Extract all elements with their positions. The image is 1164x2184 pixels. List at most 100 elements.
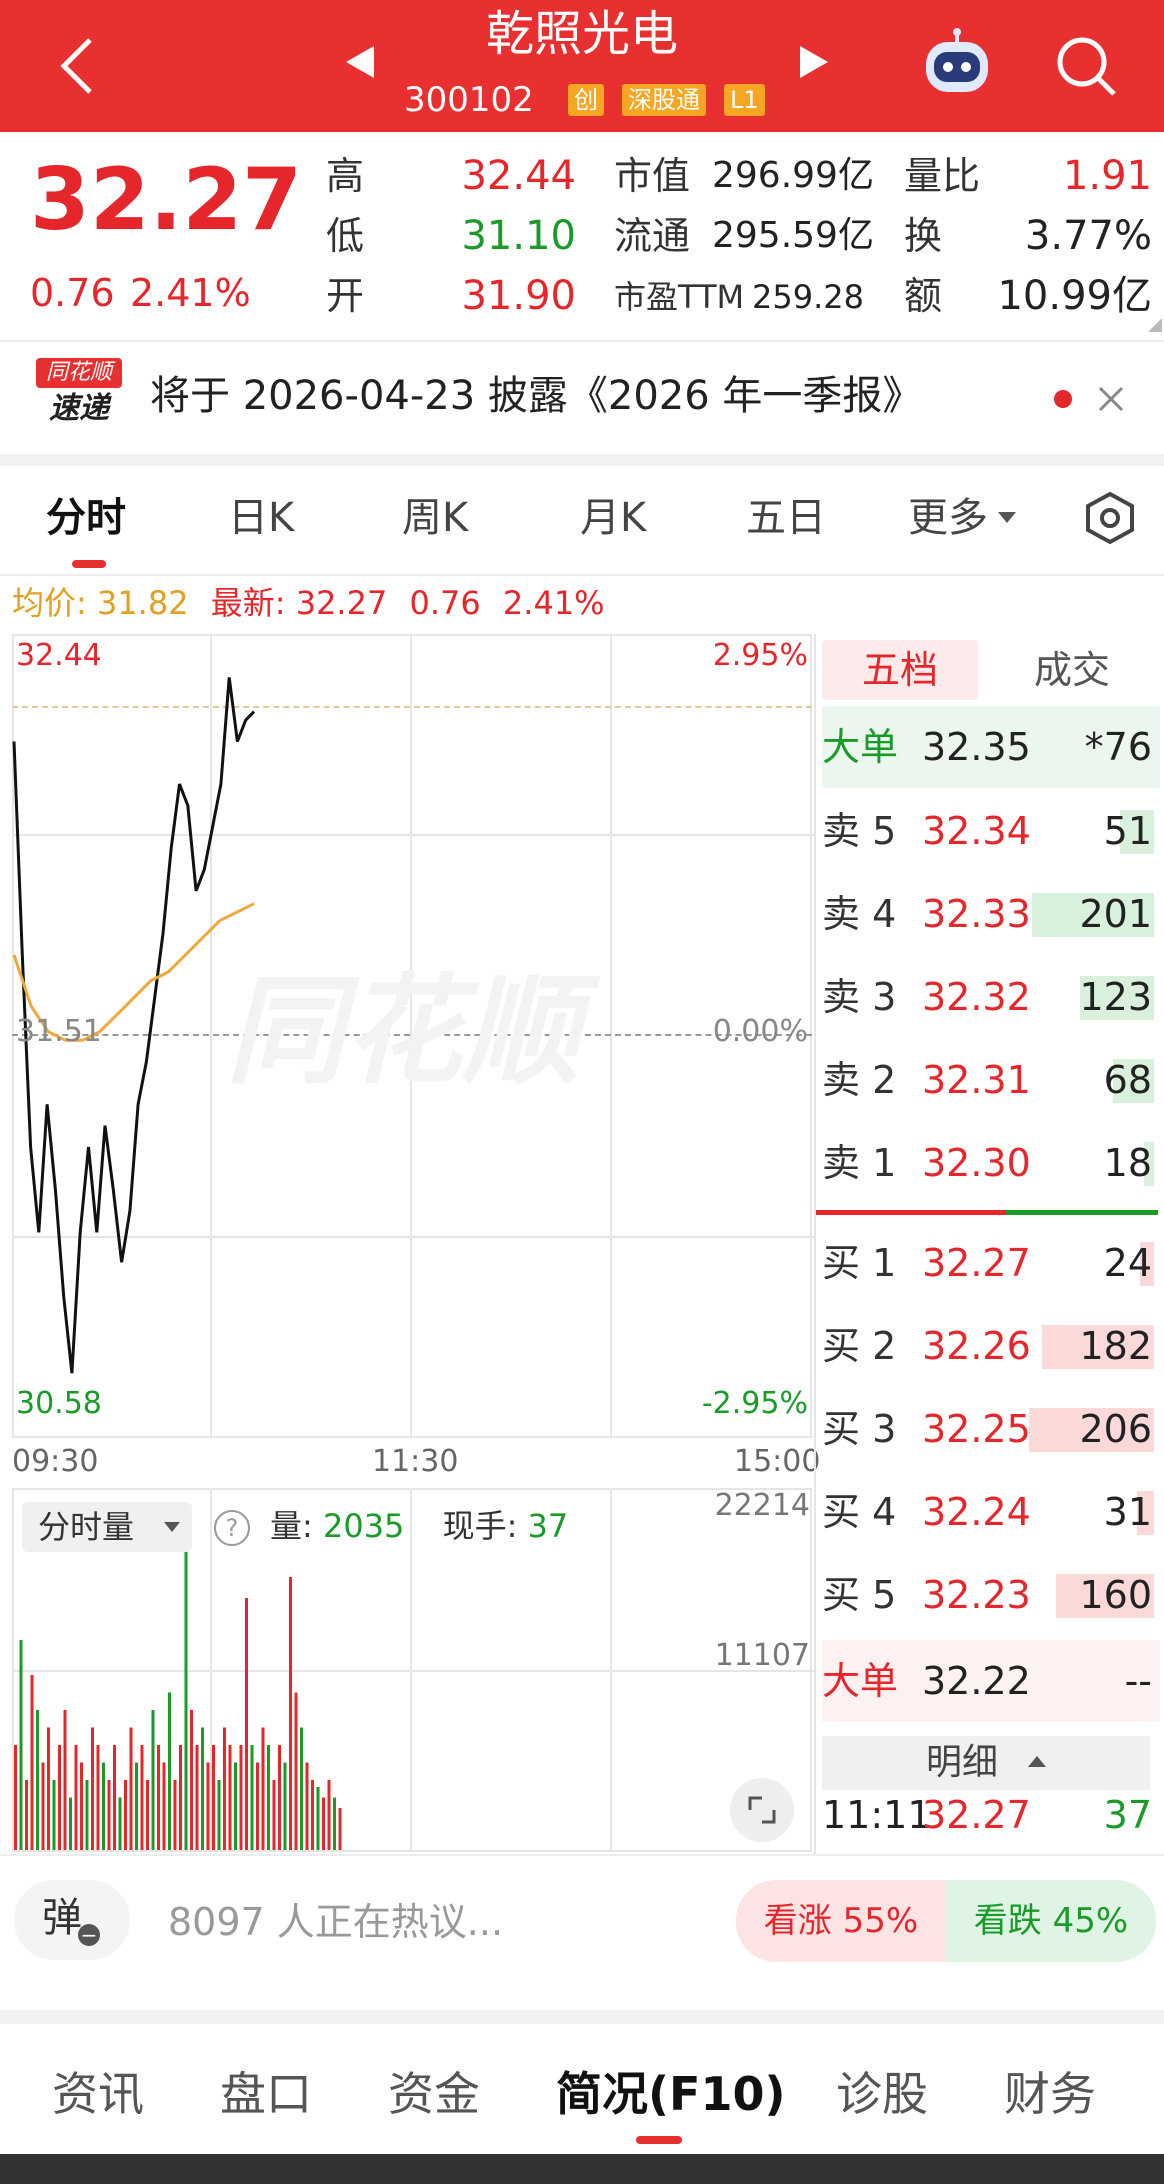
bottom-tab-indicator	[636, 2136, 682, 2144]
big-order-top: 大单 32.35 *76	[822, 706, 1160, 788]
bullish-button[interactable]: 看涨 55%	[736, 1880, 946, 1962]
tab-monthly-k[interactable]: 月K	[580, 490, 646, 546]
chevron-up-icon	[1028, 1756, 1046, 1767]
level-volume: 68	[1103, 1058, 1152, 1102]
barrage-button[interactable]: 弹 −	[14, 1880, 130, 1960]
y-tick-high: 32.44	[16, 638, 102, 673]
volume-bar	[338, 1808, 342, 1850]
level-volume: 182	[1079, 1324, 1152, 1368]
volume-mode-select[interactable]: 分时量	[22, 1502, 192, 1552]
level-price: 32.26	[922, 1324, 1031, 1368]
volume-bar	[36, 1710, 39, 1850]
fullscreen-icon[interactable]	[730, 1778, 794, 1842]
close-icon[interactable]	[1094, 382, 1128, 420]
bearish-button[interactable]: 看跌 45%	[946, 1880, 1156, 1962]
volume-mode-label: 分时量	[38, 1508, 135, 1546]
big-order-vol: *76	[1084, 725, 1152, 769]
volume-bar	[14, 1745, 17, 1850]
tab-weekly-k[interactable]: 周K	[402, 490, 468, 546]
volume-bar	[272, 1780, 276, 1850]
detail-header[interactable]: 明细	[822, 1736, 1150, 1790]
discussion-text[interactable]: 8097 人正在热议...	[168, 1896, 503, 1948]
level-price: 32.23	[922, 1573, 1031, 1617]
volume-bar	[195, 1745, 199, 1850]
robot-icon[interactable]	[918, 28, 996, 104]
volume-bar	[113, 1745, 116, 1850]
top-bar: 乾照光电 300102 创 深股通 L1	[0, 0, 1164, 132]
tab-profile-f10[interactable]: 简况(F10)	[556, 2064, 785, 2124]
volume-label: 量:	[270, 1507, 313, 1545]
low-value: 31.10	[461, 213, 576, 259]
x-tick-open: 09:30	[12, 1444, 99, 1479]
help-icon[interactable]: ?	[214, 1510, 250, 1546]
tab-five-day[interactable]: 五日	[746, 490, 826, 546]
ask-level-row[interactable]: 卖 4 32.33 201	[822, 873, 1160, 955]
tab-five-levels[interactable]: 五档	[822, 640, 978, 700]
barrage-label: 弹	[42, 1895, 82, 1941]
volume-tick-max: 22214	[714, 1488, 810, 1523]
volume-bar	[47, 1727, 50, 1850]
volume-bar	[118, 1797, 122, 1850]
volume-bar	[267, 1745, 270, 1850]
vol-ratio-label: 量比	[904, 154, 981, 198]
volume-bar	[223, 1727, 226, 1850]
volume-bar	[58, 1745, 61, 1850]
x-tick-noon: 11:30	[372, 1444, 459, 1479]
pct-tick-low: -2.95%	[701, 1386, 808, 1421]
bullish-label: 看涨 55%	[763, 1901, 919, 1941]
ask-level-row[interactable]: 卖 1 32.30 18	[822, 1122, 1160, 1204]
level-label: 买 5	[822, 1573, 897, 1617]
bid-ask-divider	[816, 1210, 1006, 1215]
expand-corner-icon[interactable]	[1148, 318, 1162, 332]
volume-bar	[234, 1762, 237, 1850]
last-price: 32.27	[30, 150, 303, 250]
ask-level-row[interactable]: 卖 5 32.34 51	[822, 790, 1160, 872]
big-order-price: 32.22	[922, 1659, 1031, 1703]
volume-bar	[69, 1797, 72, 1850]
volume-bar	[228, 1745, 232, 1850]
volume-bar	[245, 1598, 248, 1850]
volume-bar	[173, 1780, 177, 1850]
bid-level-row[interactable]: 买 4 32.24 31	[822, 1471, 1160, 1553]
bid-level-row[interactable]: 买 5 32.23 160	[822, 1554, 1160, 1636]
ask-level-row[interactable]: 卖 3 32.32 123	[822, 956, 1160, 1038]
info-change-pct: 2.41%	[502, 584, 605, 622]
tab-daily-k[interactable]: 日K	[228, 490, 294, 546]
tab-news[interactable]: 资讯	[52, 2064, 144, 2124]
volume-bar	[85, 1780, 89, 1850]
tab-more[interactable]: 更多	[908, 490, 988, 546]
search-icon[interactable]	[1054, 34, 1120, 104]
tab-funds[interactable]: 资金	[388, 2064, 480, 2124]
level-label: 卖 3	[822, 975, 897, 1019]
bid-level-row[interactable]: 买 2 32.26 182	[822, 1305, 1160, 1387]
tab-diagnosis[interactable]: 诊股	[836, 2064, 928, 2124]
ask-level-row[interactable]: 卖 2 32.31 68	[822, 1039, 1160, 1121]
bid-level-row[interactable]: 买 1 32.27 24	[822, 1222, 1160, 1304]
volume-bar	[261, 1727, 265, 1850]
turnover-label: 换	[904, 214, 943, 258]
tab-intraday[interactable]: 分时	[46, 490, 126, 546]
volume-bar	[184, 1507, 188, 1850]
bid-level-row[interactable]: 买 3 32.25 206	[822, 1388, 1160, 1470]
tick-time: 11:11	[822, 1793, 932, 1837]
volume-bar	[25, 1780, 28, 1850]
tab-finance[interactable]: 财务	[1004, 2064, 1096, 2124]
tag-sgt: 深股通	[622, 84, 706, 116]
bid-ask-divider	[1006, 1210, 1158, 1215]
volume-bar	[162, 1762, 166, 1850]
info-change: 0.76	[409, 584, 481, 622]
chart-settings-icon[interactable]	[1082, 490, 1138, 550]
level-label: 卖 5	[822, 809, 897, 853]
chevron-down-icon[interactable]	[998, 512, 1016, 523]
volume-bar	[289, 1577, 292, 1850]
hand-value: 37	[527, 1507, 569, 1545]
volume-bar	[146, 1780, 149, 1850]
level-label: 买 3	[822, 1407, 897, 1451]
x-tick-close: 15:00	[734, 1444, 821, 1479]
tab-handicap[interactable]: 盘口	[220, 2064, 312, 2124]
next-stock-icon[interactable]	[794, 42, 834, 86]
level-price: 32.31	[922, 1058, 1031, 1102]
news-banner[interactable]: 同花顺 速递 将于 2026-04-23 披露《2026 年一季报》	[0, 344, 1164, 466]
tab-trades[interactable]: 成交	[1034, 640, 1110, 700]
level-volume: 24	[1103, 1241, 1152, 1285]
